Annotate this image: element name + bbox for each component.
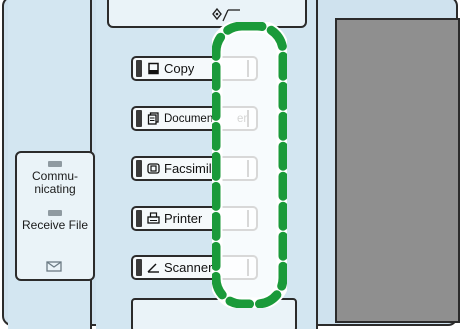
fax-icon xyxy=(46,261,62,272)
document-server-lamp xyxy=(136,110,142,127)
highlight-outline xyxy=(212,22,287,308)
scanner-label: Scanner xyxy=(164,260,213,275)
communicating-label-line2: nicating xyxy=(34,182,76,196)
status-indicator-box: Commu- nicating Receive File xyxy=(15,151,95,281)
receive-file-lamp xyxy=(48,210,62,216)
scanner-icon xyxy=(147,263,159,273)
communicating-lamp xyxy=(48,161,62,167)
facsimile-label: Facsimil xyxy=(164,161,212,176)
facsimile-icon xyxy=(147,163,160,174)
printer-label: Printer xyxy=(164,211,203,226)
copy-icon xyxy=(148,62,159,75)
printer-icon xyxy=(147,212,160,224)
printer-lamp xyxy=(136,210,142,227)
display-screen[interactable] xyxy=(335,18,460,323)
copy-label: Copy xyxy=(164,61,195,76)
facsimile-lamp xyxy=(136,160,142,177)
receive-file-label: Receive File xyxy=(21,218,89,232)
document-server-icon xyxy=(147,112,159,125)
check-status-icon[interactable] xyxy=(211,7,241,23)
document-server-label: Document xyxy=(164,112,217,125)
control-panel: Commu- nicating Receive File Copy Docume… xyxy=(0,0,460,329)
scanner-lamp xyxy=(136,259,142,276)
copy-lamp xyxy=(136,60,142,77)
